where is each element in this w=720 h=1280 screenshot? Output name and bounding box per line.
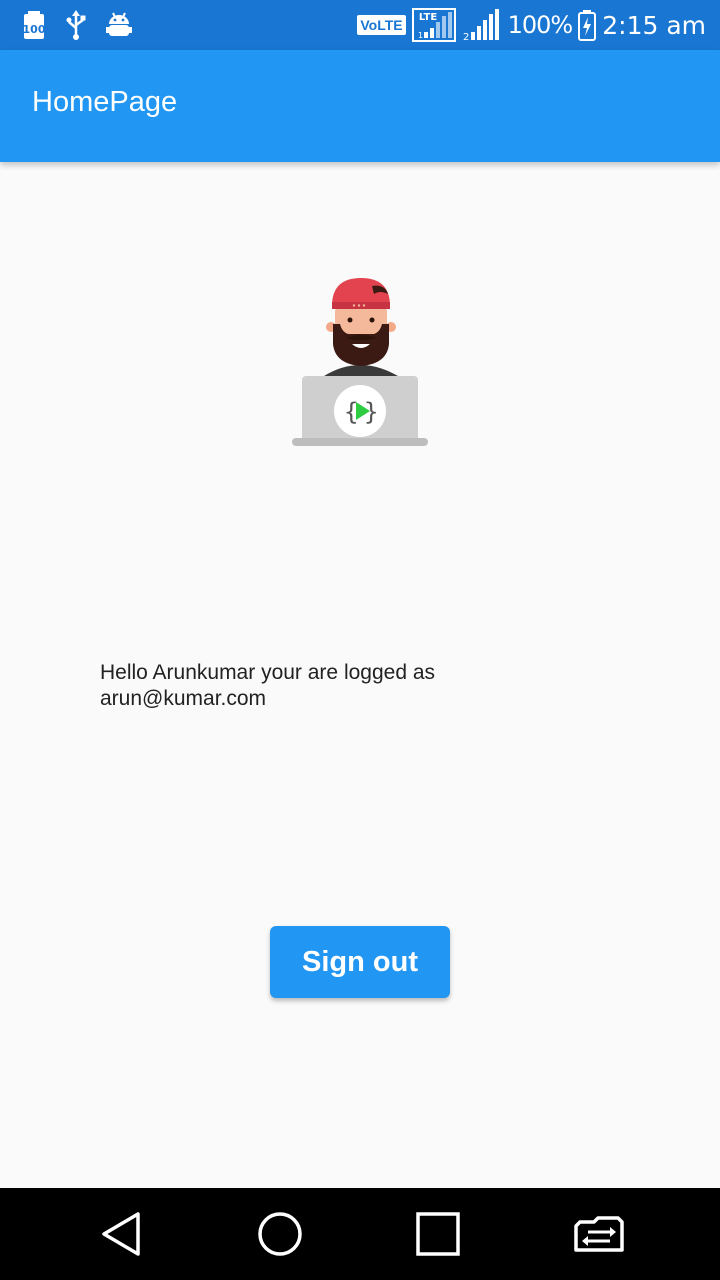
status-bar-left: 100 [22,8,132,42]
home-icon[interactable] [256,1210,304,1258]
svg-text:1: 1 [418,31,423,40]
battery-charging-icon [578,9,597,41]
status-bar: 100 VoLTE LTE 1 2 100% 2:15 am [0,0,720,50]
switch-app-icon[interactable] [572,1210,624,1258]
recents-icon[interactable] [414,1210,462,1258]
battery-100-notification-icon: 100 [22,10,46,40]
svg-text:LTE: LTE [418,12,437,23]
back-icon[interactable] [98,1210,146,1258]
svg-text:2: 2 [463,32,469,42]
lte-signal-icon: LTE 1 [411,8,456,42]
clock: 2:15 am [602,10,706,40]
svg-text:100: 100 [23,23,46,36]
battery-percent: 100% [507,11,574,39]
volte-indicator: VoLTE [357,15,406,35]
sign-out-button[interactable]: Sign out [270,926,450,998]
navigation-bar [0,1188,720,1280]
android-debug-icon [106,10,132,40]
app-bar: HomePage [0,50,720,162]
developer-avatar-icon: { } [290,272,432,452]
usb-icon [66,10,86,40]
status-bar-right: VoLTE LTE 1 2 100% 2:15 am [357,6,706,44]
sim2-signal-icon: 2 [462,8,502,42]
greeting-text: Hello Arunkumar your are logged as arun@… [100,661,436,710]
page-title: HomePage [32,86,178,118]
